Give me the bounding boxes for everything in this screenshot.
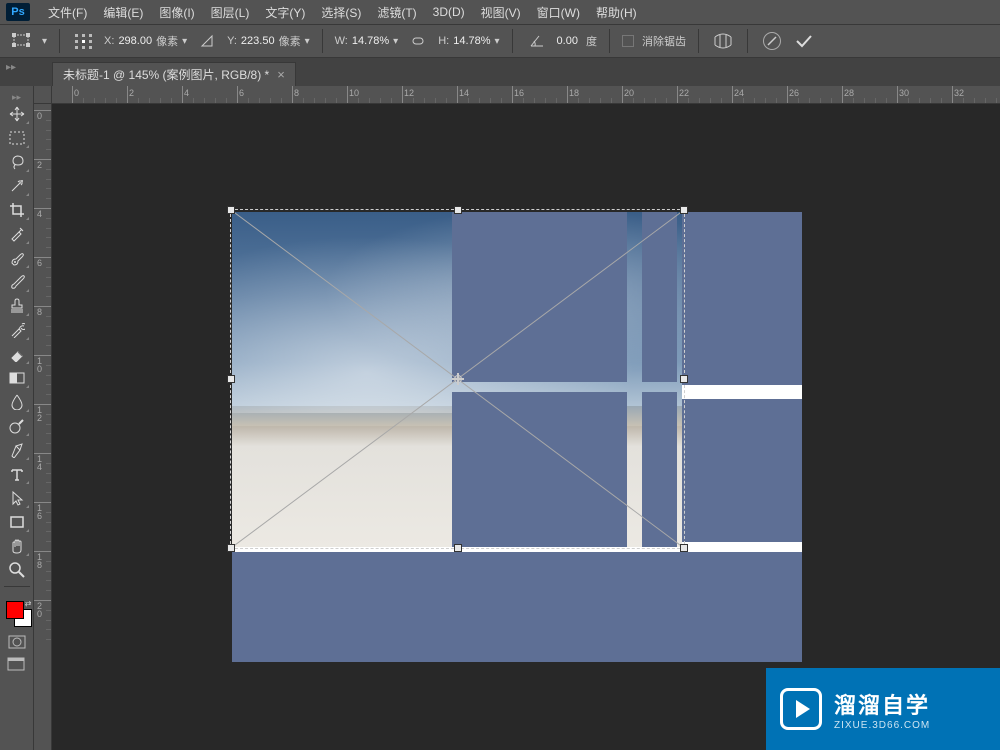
- dodge-tool[interactable]: [4, 415, 30, 437]
- tools-panel: ▸▸ ⇄: [0, 86, 34, 750]
- close-tab-icon[interactable]: ×: [277, 67, 285, 82]
- blue-rect-bottom: [232, 552, 802, 662]
- transform-handle-ne[interactable]: [680, 206, 688, 214]
- angle-value[interactable]: 0.00: [557, 35, 578, 47]
- y-label: Y:: [227, 35, 237, 47]
- x-value[interactable]: 298.00: [118, 35, 152, 47]
- eraser-tool[interactable]: [4, 343, 30, 365]
- x-unit: 像素: [156, 33, 178, 49]
- menu-type[interactable]: 文字(Y): [257, 0, 313, 25]
- eyedropper-tool[interactable]: [4, 223, 30, 245]
- pen-tool[interactable]: [4, 439, 30, 461]
- gradient-tool[interactable]: [4, 367, 30, 389]
- y-unit: 像素: [279, 33, 301, 49]
- magic-wand-tool[interactable]: [4, 175, 30, 197]
- blue-rect-far-right-top: [682, 212, 802, 385]
- watermark-banner: 溜溜自学 ZIXUE.3D66.COM: [766, 668, 1000, 750]
- w-value[interactable]: 14.78%: [352, 35, 389, 47]
- x-label: X:: [104, 35, 114, 47]
- angle-unit: 度: [586, 33, 597, 49]
- document-tab-bar: 未标题-1 @ 145% (案例图片, RGB/8) * ×: [0, 58, 1000, 86]
- workspace: 0246810121416182022242628303234 02468101…: [34, 86, 1000, 750]
- transform-bounding-box[interactable]: [230, 209, 685, 549]
- menu-window[interactable]: 窗口(W): [529, 0, 588, 25]
- play-icon: [780, 688, 822, 730]
- rectangle-tool[interactable]: [4, 511, 30, 533]
- commit-icon[interactable]: [792, 29, 816, 53]
- ruler-origin[interactable]: [34, 86, 52, 104]
- document-tab[interactable]: 未标题-1 @ 145% (案例图片, RGB/8) * ×: [52, 62, 296, 86]
- w-label: W:: [335, 35, 348, 47]
- transform-handle-e[interactable]: [680, 375, 688, 383]
- canvas-area[interactable]: [52, 104, 1000, 750]
- antialias-checkbox[interactable]: [622, 35, 634, 47]
- menu-layer[interactable]: 图层(L): [203, 0, 258, 25]
- vertical-ruler[interactable]: 02468101214161820: [34, 104, 52, 750]
- link-icon[interactable]: [406, 29, 430, 53]
- menu-file[interactable]: 文件(F): [40, 0, 95, 25]
- menu-help[interactable]: 帮助(H): [588, 0, 645, 25]
- hand-tool[interactable]: [4, 535, 30, 557]
- blue-rect-far-right-mid: [682, 399, 802, 542]
- transform-handle-w[interactable]: [227, 375, 235, 383]
- move-tool[interactable]: [4, 103, 30, 125]
- foreground-color[interactable]: [6, 601, 24, 619]
- watermark-url: ZIXUE.3D66.COM: [834, 720, 930, 731]
- quick-mask-icon[interactable]: [6, 633, 28, 651]
- brush-tool[interactable]: [4, 271, 30, 293]
- zoom-tool[interactable]: [4, 559, 30, 581]
- y-value[interactable]: 223.50: [241, 35, 275, 47]
- transform-handle-n[interactable]: [454, 206, 462, 214]
- tab-expand-icon[interactable]: ▸▸: [6, 62, 16, 73]
- transform-handle-se[interactable]: [680, 544, 688, 552]
- menu-3d[interactable]: 3D(D): [425, 1, 473, 23]
- options-bar: ▾ X:298.00像素▾ Y:223.50像素▾ W:14.78%▾ H:14…: [0, 24, 1000, 58]
- color-swatches[interactable]: ⇄: [2, 599, 32, 629]
- transform-handle-nw[interactable]: [227, 206, 235, 214]
- transform-center-point[interactable]: [452, 373, 464, 385]
- antialias-label: 消除锯齿: [642, 33, 686, 49]
- history-brush-tool[interactable]: [4, 319, 30, 341]
- reference-point-icon[interactable]: [72, 29, 96, 53]
- blur-tool[interactable]: [4, 391, 30, 413]
- transform-handle-s[interactable]: [454, 544, 462, 552]
- stamp-tool[interactable]: [4, 295, 30, 317]
- dropdown-icon[interactable]: ▾: [42, 36, 47, 47]
- menu-image[interactable]: 图像(I): [151, 0, 202, 25]
- menu-view[interactable]: 视图(V): [473, 0, 529, 25]
- warp-icon[interactable]: [711, 29, 735, 53]
- menu-select[interactable]: 选择(S): [313, 0, 369, 25]
- angle-icon: [525, 29, 549, 53]
- screen-mode-icon[interactable]: [6, 655, 28, 673]
- crop-tool[interactable]: [4, 199, 30, 221]
- menu-bar: Ps 文件(F) 编辑(E) 图像(I) 图层(L) 文字(Y) 选择(S) 滤…: [0, 0, 1000, 24]
- healing-brush-tool[interactable]: [4, 247, 30, 269]
- triangle-icon[interactable]: [195, 29, 219, 53]
- swap-colors-icon[interactable]: ⇄: [25, 599, 32, 608]
- app-logo: Ps: [6, 3, 30, 21]
- watermark-title: 溜溜自学: [834, 688, 930, 720]
- h-label: H:: [438, 35, 449, 47]
- horizontal-ruler[interactable]: 0246810121416182022242628303234: [52, 86, 1000, 104]
- tools-expand-icon[interactable]: ▸▸: [12, 92, 21, 102]
- transform-handle-sw[interactable]: [227, 544, 235, 552]
- transform-tool-icon[interactable]: [10, 29, 34, 53]
- menu-edit[interactable]: 编辑(E): [95, 0, 151, 25]
- menu-filter[interactable]: 滤镜(T): [369, 0, 424, 25]
- type-tool[interactable]: [4, 463, 30, 485]
- lasso-tool[interactable]: [4, 151, 30, 173]
- path-select-tool[interactable]: [4, 487, 30, 509]
- h-value[interactable]: 14.78%: [453, 35, 490, 47]
- cancel-icon[interactable]: [760, 29, 784, 53]
- document-tab-title: 未标题-1 @ 145% (案例图片, RGB/8) *: [63, 66, 269, 83]
- marquee-tool[interactable]: [4, 127, 30, 149]
